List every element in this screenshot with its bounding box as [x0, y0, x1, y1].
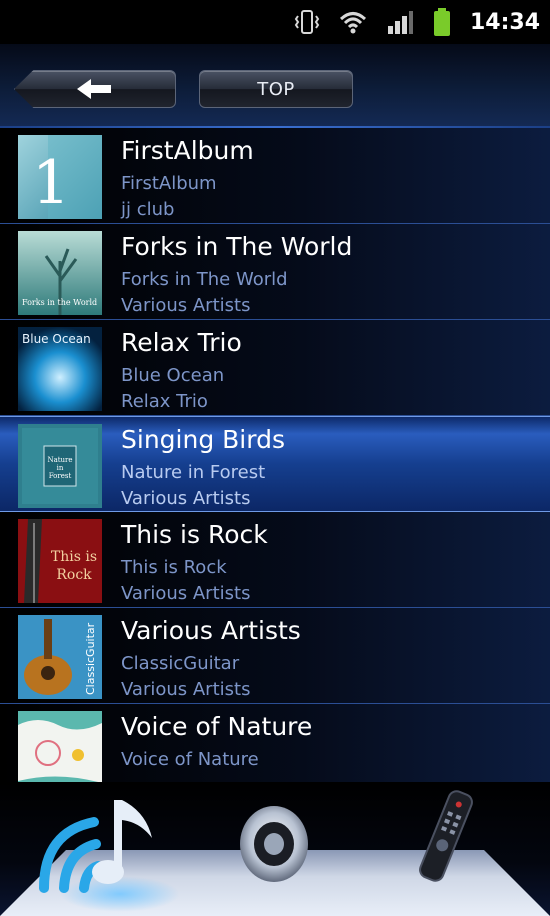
top-button[interactable]: TOP	[199, 70, 353, 108]
svg-text:1: 1	[32, 148, 70, 218]
svg-text:in: in	[57, 464, 64, 472]
album-list: 1 FirstAlbum FirstAlbum jj club Forks in…	[0, 128, 550, 782]
album-title: FirstAlbum	[121, 136, 254, 165]
artist-name: Various Artists	[121, 295, 251, 316]
album-thumbnail: Forks in the World	[18, 231, 102, 315]
artist-name: Various Artists	[121, 583, 251, 604]
svg-text:Forest: Forest	[49, 472, 72, 480]
back-button[interactable]	[14, 70, 176, 108]
album-title: Forks in The World	[121, 232, 353, 261]
bottom-dock	[0, 782, 550, 916]
music-stream-icon[interactable]	[34, 792, 164, 900]
album-thumbnail: Nature in Forest	[18, 424, 102, 508]
album-title: Voice of Nature	[121, 712, 313, 741]
album-name: Forks in The World	[121, 269, 288, 290]
album-thumbnail: Blue Ocean	[18, 327, 102, 411]
svg-text:Forks in the World: Forks in the World	[22, 298, 97, 307]
album-title: This is Rock	[121, 520, 268, 549]
list-item[interactable]: Voice of Nature Voice of Nature	[0, 704, 550, 782]
artist-name: Relax Trio	[121, 391, 208, 412]
clock: 14:34	[469, 9, 540, 35]
artist-name: Various Artists	[121, 488, 251, 509]
top-button-label: TOP	[257, 78, 295, 100]
album-thumbnail: This is Rock	[18, 519, 102, 603]
artist-name: jj club	[121, 199, 175, 220]
album-name: Blue Ocean	[121, 365, 225, 386]
remote-control-icon[interactable]	[416, 788, 476, 888]
album-name: This is Rock	[121, 557, 227, 578]
album-name: Nature in Forest	[121, 462, 266, 483]
list-item[interactable]: This is Rock This is Rock This is Rock V…	[0, 512, 550, 608]
battery-icon	[432, 8, 452, 36]
list-item-selected[interactable]: Nature in Forest Singing Birds Nature in…	[0, 416, 550, 512]
list-item[interactable]: 1 FirstAlbum FirstAlbum jj club	[0, 128, 550, 224]
svg-text:Nature: Nature	[47, 456, 72, 464]
album-name: FirstAlbum	[121, 173, 217, 194]
svg-text:Blue Ocean: Blue Ocean	[22, 332, 91, 346]
svg-text:Rock: Rock	[56, 567, 92, 583]
album-title: Relax Trio	[121, 328, 242, 357]
list-item[interactable]: ClassicGuitar Various Artists ClassicGui…	[0, 608, 550, 704]
album-name: ClassicGuitar	[121, 653, 240, 674]
album-thumbnail: 1	[18, 135, 102, 219]
album-title: Singing Birds	[121, 425, 285, 454]
album-name: Voice of Nature	[121, 749, 259, 770]
album-thumbnail: ClassicGuitar	[18, 615, 102, 699]
vibrate-icon	[294, 8, 320, 36]
signal-icon	[386, 8, 414, 36]
status-bar: 14:34	[0, 0, 550, 44]
list-item[interactable]: Blue Ocean Relax Trio Blue Ocean Relax T…	[0, 320, 550, 416]
speaker-icon[interactable]	[236, 804, 312, 888]
list-item[interactable]: Forks in the World Forks in The World Fo…	[0, 224, 550, 320]
album-thumbnail	[18, 711, 102, 782]
album-title: Various Artists	[121, 616, 301, 645]
svg-text:ClassicGuitar: ClassicGuitar	[84, 622, 97, 695]
svg-text:This is: This is	[51, 549, 97, 565]
wifi-icon	[338, 8, 368, 36]
artist-name: Various Artists	[121, 679, 251, 700]
toolbar: TOP	[0, 44, 550, 128]
back-arrow-icon	[77, 79, 111, 99]
